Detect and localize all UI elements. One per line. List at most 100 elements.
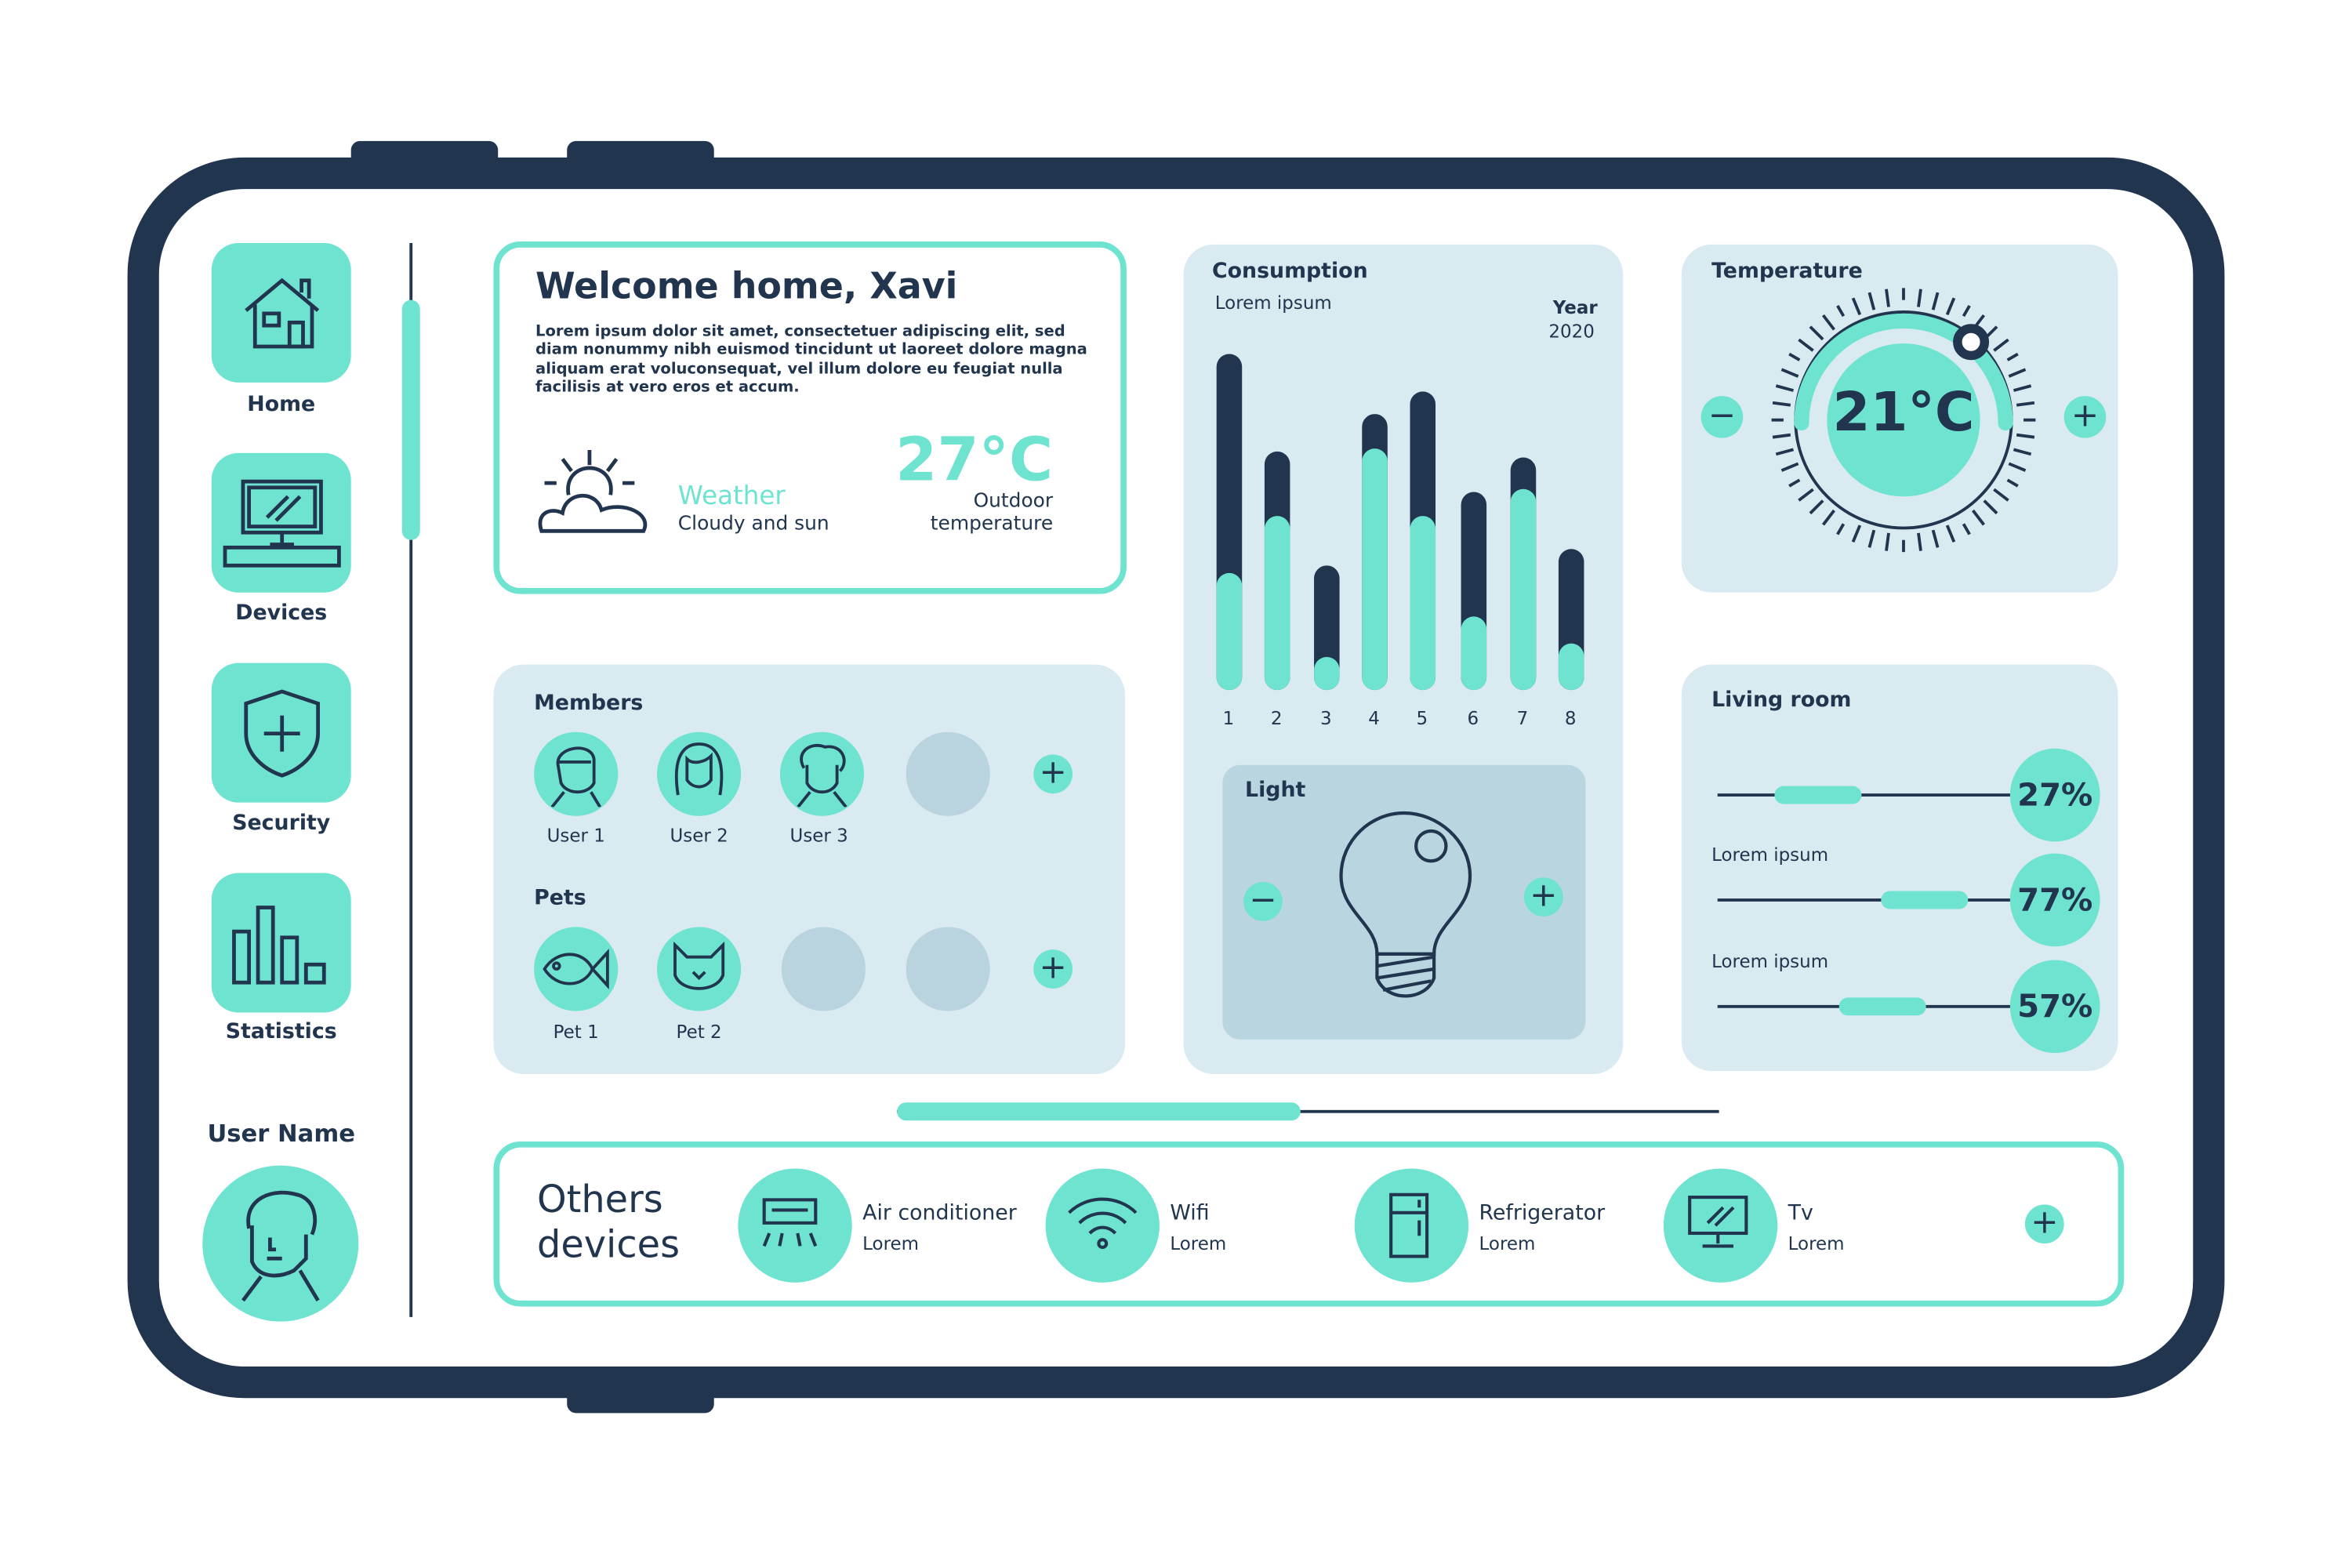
dial-tick: [2008, 462, 2027, 472]
pet-avatar[interactable]: [657, 927, 742, 1011]
dial-tick: [1809, 499, 1824, 515]
dial-tick: [1821, 314, 1835, 331]
wifi-icon: [1068, 1197, 1138, 1250]
member-avatar[interactable]: [657, 731, 742, 816]
bar-label: 4: [1368, 708, 1380, 729]
member-name: User 3: [789, 825, 848, 847]
weather-description: Cloudy and sun: [677, 513, 829, 536]
sidebar-item-home[interactable]: [211, 242, 351, 383]
dial-tick: [1788, 352, 1801, 361]
member-name: User 2: [670, 825, 728, 847]
bar-portion: [1263, 515, 1290, 691]
dial-tick: [1931, 292, 1940, 310]
sun-cloud-icon: [538, 449, 648, 533]
slider-thumb[interactable]: [1881, 891, 1969, 909]
dial-knob[interactable]: [1953, 324, 1990, 361]
device-subtitle: Lorem: [1170, 1232, 1227, 1254]
temperature-value: 21°C: [1832, 382, 1975, 445]
year-value: 2020: [1548, 321, 1595, 343]
air-conditioner-icon: [762, 1198, 818, 1247]
slider-thumb[interactable]: [1775, 786, 1863, 804]
device-refrigerator-button[interactable]: [1354, 1168, 1469, 1283]
bar-portion: [1215, 572, 1242, 691]
dial-tick: [1775, 448, 1795, 456]
dial-tick: [2013, 384, 2032, 392]
plus-icon: +: [1039, 754, 1067, 793]
slider-value: 77%: [2009, 853, 2100, 947]
pet-name: Pet 2: [676, 1021, 722, 1043]
sidebar-item-statistics[interactable]: [211, 873, 351, 1013]
dial-tick: [1821, 509, 1835, 526]
dial-tick: [1962, 523, 1971, 535]
dial-tick: [1780, 462, 1799, 472]
dial-tick: [1945, 297, 1956, 316]
sidebar-item-devices[interactable]: [211, 452, 351, 593]
consumption-title: Consumption: [1211, 260, 1368, 284]
dial-tick: [2008, 368, 2027, 378]
add-device-button[interactable]: +: [2024, 1204, 2064, 1244]
temperature-decrease-button[interactable]: −: [1700, 396, 1744, 438]
dial-tick: [1851, 524, 1862, 543]
device-wifi-button[interactable]: [1045, 1168, 1160, 1283]
dial-tick: [2013, 448, 2032, 456]
outdoor-label: Outdoor: [973, 490, 1054, 514]
cat-icon: [673, 942, 725, 990]
sidebar-scrollbar-thumb[interactable]: [401, 299, 420, 540]
device-air-conditioner-button[interactable]: [738, 1168, 852, 1283]
bar-portion: [1361, 448, 1387, 691]
member-avatar[interactable]: [534, 731, 619, 816]
dial-tick: [2016, 401, 2035, 407]
slider-value: 27%: [2009, 748, 2100, 842]
living-room-title: Living room: [1711, 688, 1852, 713]
user-avatar[interactable]: [202, 1165, 359, 1322]
add-pet-button[interactable]: +: [1033, 949, 1073, 989]
pet-avatar[interactable]: [534, 927, 619, 1011]
man-curly-face-icon: [797, 744, 848, 808]
dial-tick: [1917, 532, 1922, 551]
slider-label: Lorem ipsum: [1711, 951, 1829, 972]
computer-icon: [222, 478, 340, 567]
dial-tick: [1851, 297, 1862, 316]
bar-portion: [1557, 643, 1584, 691]
dial-tick: [1993, 338, 2009, 352]
dial-tick: [1836, 523, 1846, 535]
device-name: Wifi: [1170, 1201, 1210, 1226]
sidebar-label: Home: [247, 393, 316, 417]
dial-tick: [1775, 384, 1795, 392]
person-face-icon: [241, 1190, 320, 1302]
member-avatar[interactable]: [779, 731, 865, 816]
horizontal-scrollbar-thumb[interactable]: [897, 1102, 1300, 1121]
temperature-increase-button[interactable]: +: [2063, 396, 2107, 438]
light-title: Light: [1245, 779, 1306, 803]
others-title-line: Others: [536, 1177, 663, 1221]
device-name: Air conditioner: [862, 1201, 1017, 1226]
shield-plus-icon: [243, 688, 320, 777]
dial-tick: [1772, 401, 1791, 407]
dial-tick: [1867, 292, 1876, 310]
light-increase-button[interactable]: +: [1523, 877, 1563, 917]
slider-track[interactable]: [1717, 793, 2018, 797]
plus-icon: +: [2071, 397, 2100, 435]
year-label: Year: [1552, 296, 1598, 318]
dial-tick: [1788, 478, 1801, 488]
slider-thumb[interactable]: [1838, 997, 1926, 1016]
dial-tick: [1993, 488, 2009, 502]
empty-member-slot[interactable]: [906, 731, 990, 816]
empty-pet-slot[interactable]: [781, 927, 866, 1011]
device-tv-button[interactable]: [1663, 1168, 1778, 1283]
sidebar-item-security[interactable]: [211, 662, 351, 803]
light-decrease-button[interactable]: −: [1243, 882, 1283, 921]
minus-icon: −: [1708, 397, 1737, 435]
device-subtitle: Lorem: [862, 1232, 920, 1254]
outdoor-temperature: 27°C: [895, 426, 1054, 495]
sidebar-label: Security: [232, 811, 331, 836]
slider-value: 57%: [2009, 960, 2100, 1054]
dial-tick: [1983, 499, 1998, 515]
pet-name: Pet 1: [553, 1021, 599, 1043]
bar-portion: [1313, 656, 1339, 691]
outdoor-label: temperature: [930, 513, 1054, 536]
slider-track[interactable]: [1717, 898, 2018, 902]
add-member-button[interactable]: +: [1033, 754, 1073, 794]
empty-pet-slot[interactable]: [906, 927, 990, 1011]
man-face-icon: [550, 746, 601, 808]
